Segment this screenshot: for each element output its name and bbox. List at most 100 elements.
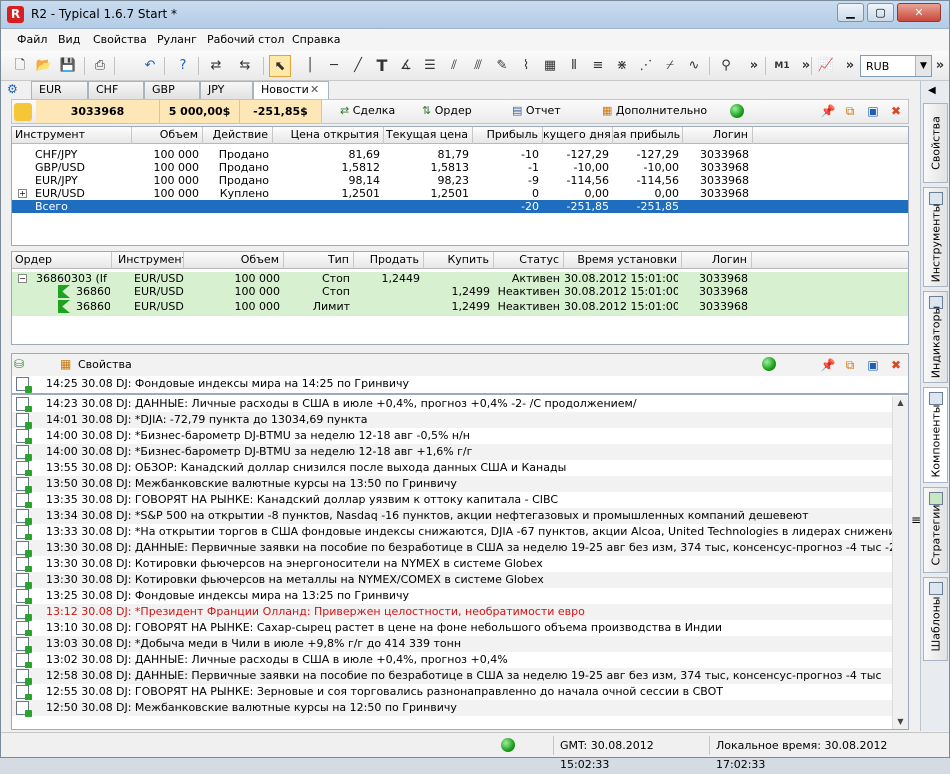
undo-icon[interactable]: ↶ (139, 55, 161, 77)
table-row[interactable]: + EUR/USD 100 000 Куплено 1,2501 1,2501 … (12, 187, 908, 200)
close-tab-icon[interactable]: ✕ (310, 82, 319, 98)
chevron-down-icon[interactable]: ▼ (915, 56, 931, 76)
news-item[interactable]: 13:30 30.08 DJ: Котировки фьючерсов на эн… (12, 556, 892, 573)
chart-type-icon[interactable]: 📈 (815, 55, 837, 77)
tab-jpy[interactable]: JPY (200, 81, 253, 99)
parallel-lines-icon[interactable]: ⫻ (467, 55, 489, 77)
col-status[interactable]: Статус (494, 252, 564, 269)
workspace-load-icon[interactable]: ⇄ (205, 55, 227, 77)
help-icon[interactable]: ? (172, 55, 194, 77)
vertical-grid-icon[interactable]: ⦀ (563, 55, 585, 77)
maximize-icon[interactable]: ▢ (867, 3, 894, 22)
total-row[interactable]: Всего -20 -251,85 -251,85 (12, 200, 908, 213)
levels-icon[interactable]: ≡ (587, 55, 609, 77)
table-row[interactable]: GBP/USD 100 000 Продано 1,5812 1,5813 -1… (12, 161, 908, 174)
col-login[interactable]: Логин (682, 252, 752, 269)
news-item[interactable]: 12:55 30.08 DJ: ГОВОРЯТ НА РЫНКЕ: Зерновы… (12, 684, 892, 701)
pin-icon[interactable]: 📌 (820, 103, 836, 119)
sidetab-indicators[interactable]: Индикаторы (923, 291, 948, 383)
menu-file[interactable]: Файл (17, 33, 47, 46)
news-pinned-row[interactable]: 14:25 30.08 DJ: Фондовые индексы мира на… (12, 376, 908, 395)
col-instrument[interactable]: Инструмент (112, 252, 184, 269)
save-icon[interactable]: 💾 (57, 55, 79, 77)
col-order[interactable]: Ордер (12, 252, 112, 269)
col-profit[interactable]: Прибыль (473, 127, 543, 144)
col-open-price[interactable]: Цена открытия (273, 127, 384, 144)
news-item[interactable]: 14:23 30.08 DJ: ДАННЫЕ: Личные расходы в … (12, 396, 892, 413)
vertical-line-icon[interactable]: │ (299, 55, 321, 77)
sidetab-strategies[interactable]: Стратегии (923, 487, 948, 573)
cursor-tool-icon[interactable]: ⬉ (269, 55, 291, 77)
gann-icon[interactable]: ⋇ (611, 55, 633, 77)
draw-tool-icon[interactable]: ⌇ (515, 55, 537, 77)
col-login[interactable]: Логин (683, 127, 753, 144)
tab-gbp[interactable]: GBP (144, 81, 200, 99)
news-item[interactable]: 13:33 30.08 DJ: *На открытии торгов в США… (12, 524, 892, 541)
news-scrollbar[interactable]: ▲ ▼ (892, 396, 908, 729)
news-item[interactable]: 13:50 30.08 DJ: Межбанковские валютные ку… (12, 476, 892, 493)
close-icon[interactable]: ✕ (897, 3, 941, 22)
zoom-tool-icon[interactable]: ⚲ (715, 55, 737, 77)
zigzag-icon[interactable]: ∿ (683, 55, 705, 77)
news-item[interactable]: 13:30 30.08 DJ: ДАННЫЕ: Первичные заявки … (12, 540, 892, 557)
open-folder-icon[interactable]: 📂 (33, 55, 55, 77)
collapse-side-icon[interactable]: ◀ (928, 85, 936, 96)
report-button[interactable]: ▤ Отчет (512, 104, 561, 117)
close-panel-icon[interactable]: ✖ (888, 103, 904, 119)
additional-button[interactable]: ▦ Дополнительно (602, 104, 707, 117)
menu-desktop[interactable]: Рабочий стол (207, 33, 284, 46)
fibonacci-icon[interactable]: ☰ (419, 55, 441, 77)
wave-icon[interactable]: ⌿ (659, 55, 681, 77)
new-doc-icon[interactable]: 🗋 (9, 55, 31, 77)
scroll-down-icon[interactable]: ▼ (893, 715, 908, 729)
menu-view[interactable]: Вид (58, 33, 80, 46)
table-row[interactable]: 36860 EUR/USD 100 000 Стоп 1,2499 Неакти… (12, 285, 908, 298)
news-item[interactable]: 12:50 30.08 DJ: Межбанковские валютные ку… (12, 700, 892, 717)
angle-tool-icon[interactable]: ∡ (395, 55, 417, 77)
expand-icon[interactable]: + (18, 189, 27, 198)
toolbar-more-icon[interactable]: » (743, 55, 765, 77)
maximize-panel-icon[interactable]: ▣ (865, 103, 881, 119)
col-buy[interactable]: Купить (424, 252, 494, 269)
col-set-time[interactable]: Время установки (564, 252, 682, 269)
tab-news[interactable]: Новости ✕ (253, 81, 329, 100)
news-properties-label[interactable]: Свойства (78, 358, 132, 371)
toolbar-more-icon[interactable]: » (795, 55, 817, 77)
news-item[interactable]: 13:30 30.08 DJ: Котировки фьючерсов на ме… (12, 572, 892, 589)
menu-help[interactable]: Справка (292, 33, 340, 46)
workspace-save-icon[interactable]: ⇆ (234, 55, 256, 77)
news-item[interactable]: 14:00 30.08 DJ: *Бизнес-барометр DJ-BTMU … (12, 428, 892, 445)
scroll-up-icon[interactable]: ▲ (893, 396, 908, 410)
sidetab-instruments[interactable]: Инструменты (923, 187, 948, 287)
timeframe-m1-button[interactable]: M1 (771, 55, 793, 77)
col-sell[interactable]: Продать (354, 252, 424, 269)
news-item[interactable]: 13:03 30.08 DJ: *Добыча меди в Чили в июл… (12, 636, 892, 653)
news-item[interactable]: 13:55 30.08 DJ: ОБЗОР: Канадский доллар с… (12, 460, 892, 477)
toolbar-overflow-icon[interactable]: » (933, 55, 947, 77)
toolbar-more-icon[interactable]: » (839, 55, 861, 77)
tab-eur[interactable]: EUR (31, 81, 88, 99)
news-item[interactable]: 13:25 30.08 DJ: Фондовые индексы мира на … (12, 588, 892, 605)
table-row[interactable]: 36860 EUR/USD 100 000 Лимит 1,2499 Неакт… (12, 300, 908, 313)
print-icon[interactable]: ⎙ (89, 55, 111, 77)
sidetab-properties[interactable]: Свойства (923, 103, 948, 183)
deal-button[interactable]: ⇄ Сделка (340, 104, 395, 117)
tab-chf[interactable]: CHF (88, 81, 144, 99)
fan-icon[interactable]: ⋰ (635, 55, 657, 77)
collapse-icon[interactable]: − (18, 274, 27, 283)
float-window-icon[interactable]: ⧉ (842, 103, 858, 119)
news-item[interactable]: 13:02 30.08 DJ: ДАННЫЕ: Личные расходы в … (12, 652, 892, 669)
news-item[interactable]: 13:12 30.08 DJ: *Президент Франции Олланд… (12, 604, 892, 621)
trend-line-icon[interactable]: ╱ (347, 55, 369, 77)
tab-settings-icon[interactable]: ⚙ (7, 82, 23, 98)
order-button[interactable]: ⇅ Ордер (422, 104, 472, 117)
sidetab-templates[interactable]: Шаблоны (923, 577, 948, 661)
menu-properties[interactable]: Свойства (93, 33, 147, 46)
col-day-profit[interactable]: кущего дня (543, 127, 613, 144)
splitter-grip-icon[interactable]: ≡ (911, 513, 921, 527)
col-current-price[interactable]: Текущая цена (384, 127, 473, 144)
menu-rulang[interactable]: Руланг (157, 33, 197, 46)
text-tool-icon[interactable]: T (371, 55, 393, 77)
news-item[interactable]: 13:10 30.08 DJ: ГОВОРЯТ НА РЫНКЕ: Сахар-с… (12, 620, 892, 637)
news-item[interactable]: 14:01 30.08 DJ: *DJIA: -72,79 пункта до 1… (12, 412, 892, 429)
